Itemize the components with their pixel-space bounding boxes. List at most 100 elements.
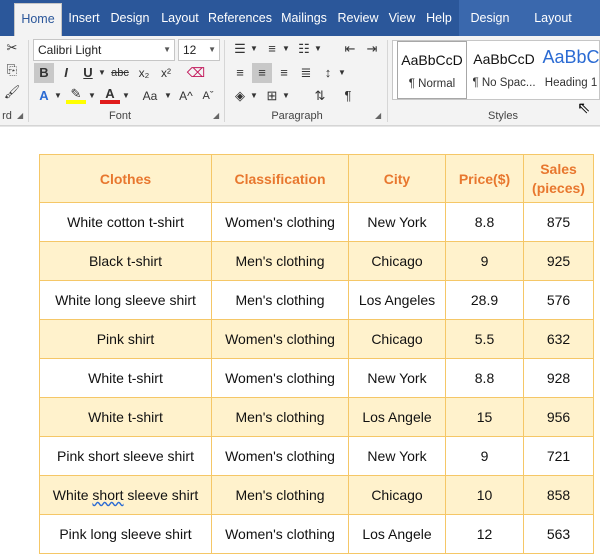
- cell-price[interactable]: 8.8: [445, 202, 524, 242]
- tab-layout[interactable]: Layout: [156, 0, 204, 36]
- cell-price[interactable]: 8.8: [445, 358, 524, 398]
- cell-clothes[interactable]: White cotton t-shirt: [39, 202, 212, 242]
- style-heading-1[interactable]: AaBbC Heading 1: [541, 41, 600, 99]
- style-no-spacing[interactable]: AaBbCcD ¶ No Spac...: [469, 41, 539, 99]
- header-clothes[interactable]: Clothes: [39, 154, 212, 203]
- clipboard-launcher-icon[interactable]: ◢: [17, 112, 25, 120]
- cell-classification[interactable]: Women's clothing: [211, 319, 349, 359]
- tab-home[interactable]: Home: [14, 3, 62, 36]
- tab-design[interactable]: Design: [106, 0, 154, 36]
- clear-formatting-icon[interactable]: ⌫: [186, 63, 206, 83]
- cell-price[interactable]: 15: [445, 397, 524, 437]
- tab-mailings[interactable]: Mailings: [276, 0, 332, 36]
- cell-sales[interactable]: 563: [523, 514, 594, 554]
- align-right-icon[interactable]: ≡: [274, 63, 294, 83]
- style-normal[interactable]: AaBbCcD ¶ Normal: [397, 41, 467, 99]
- cell-price[interactable]: 9: [445, 436, 524, 476]
- cell-clothes[interactable]: Pink long sleeve shirt: [39, 514, 212, 554]
- grow-font-icon[interactable]: A^: [176, 86, 196, 106]
- cell-sales[interactable]: 632: [523, 319, 594, 359]
- cell-price[interactable]: 28.9: [445, 280, 524, 320]
- cell-price[interactable]: 12: [445, 514, 524, 554]
- cell-classification[interactable]: Men's clothing: [211, 397, 349, 437]
- italic-icon[interactable]: I: [56, 63, 76, 83]
- header-sales[interactable]: Sales (pieces): [523, 154, 594, 203]
- cell-sales[interactable]: 956: [523, 397, 594, 437]
- cell-classification[interactable]: Men's clothing: [211, 241, 349, 281]
- chevron-down-icon[interactable]: ▼: [244, 86, 264, 106]
- sort-icon[interactable]: ⇅: [310, 86, 330, 106]
- cell-city[interactable]: Los Angele: [348, 514, 446, 554]
- cell-sales[interactable]: 928: [523, 358, 594, 398]
- shrink-font-icon[interactable]: Aˇ: [198, 86, 218, 106]
- cell-clothes[interactable]: White long sleeve shirt: [39, 280, 212, 320]
- cell-city[interactable]: Chicago: [348, 241, 446, 281]
- show-formatting-marks-icon[interactable]: ¶: [338, 86, 358, 106]
- cell-classification[interactable]: Women's clothing: [211, 358, 349, 398]
- chevron-down-icon[interactable]: ▼: [92, 63, 112, 83]
- align-left-icon[interactable]: ≡: [230, 63, 250, 83]
- paragraph-dialog-launcher-icon[interactable]: ◢: [375, 112, 383, 120]
- tab-table-design[interactable]: Design: [462, 0, 518, 36]
- cell-clothes[interactable]: Pink shirt: [39, 319, 212, 359]
- chevron-down-icon[interactable]: ▼: [276, 86, 296, 106]
- cell-price[interactable]: 9: [445, 241, 524, 281]
- cell-city[interactable]: New York: [348, 202, 446, 242]
- tab-review[interactable]: Review: [334, 0, 382, 36]
- cell-classification[interactable]: Men's clothing: [211, 280, 349, 320]
- cell-city[interactable]: New York: [348, 436, 446, 476]
- tab-table-layout[interactable]: Layout: [524, 0, 582, 36]
- cell-city[interactable]: New York: [348, 358, 446, 398]
- cell-classification[interactable]: Men's clothing: [211, 475, 349, 515]
- font-size-combo[interactable]: 12 ▼: [178, 39, 220, 61]
- format-painter-icon[interactable]: 🖌: [2, 82, 22, 102]
- cell-classification[interactable]: Women's clothing: [211, 202, 349, 242]
- font-dialog-launcher-icon[interactable]: ◢: [213, 112, 221, 120]
- tab-insert[interactable]: Insert: [63, 0, 105, 36]
- cell-city[interactable]: Chicago: [348, 319, 446, 359]
- cell-price[interactable]: 10: [445, 475, 524, 515]
- cut-icon[interactable]: ✂: [2, 38, 22, 58]
- cell-city[interactable]: Los Angele: [348, 397, 446, 437]
- cell-clothes[interactable]: White t-shirt: [39, 358, 212, 398]
- chevron-down-icon[interactable]: ▼: [332, 63, 352, 83]
- cell-sales[interactable]: 875: [523, 202, 594, 242]
- chevron-down-icon[interactable]: ▼: [158, 86, 178, 106]
- cell-sales[interactable]: 925: [523, 241, 594, 281]
- header-city[interactable]: City: [348, 154, 446, 203]
- font-name-combo[interactable]: Calibri Light ▼: [33, 39, 175, 61]
- cell-sales[interactable]: 721: [523, 436, 594, 476]
- cell-clothes[interactable]: White t-shirt: [39, 397, 212, 437]
- align-center-icon[interactable]: ≡: [252, 63, 272, 83]
- superscript-icon[interactable]: x²: [156, 63, 176, 83]
- decrease-indent-icon[interactable]: ⇤: [340, 39, 360, 59]
- spelling-squiggle[interactable]: short: [92, 487, 123, 503]
- cell-sales[interactable]: 858: [523, 475, 594, 515]
- copy-icon[interactable]: ⎘: [2, 60, 22, 80]
- tab-view[interactable]: View: [384, 0, 420, 36]
- increase-indent-icon[interactable]: ⇥: [362, 39, 382, 59]
- cell-classification[interactable]: Women's clothing: [211, 436, 349, 476]
- subscript-icon[interactable]: x₂: [134, 63, 154, 83]
- chevron-down-icon[interactable]: ▼: [308, 39, 328, 59]
- cell-city[interactable]: Los Angeles: [348, 280, 446, 320]
- cell-price[interactable]: 5.5: [445, 319, 524, 359]
- justify-icon[interactable]: ≣: [296, 63, 316, 83]
- cell-classification[interactable]: Women's clothing: [211, 514, 349, 554]
- chevron-down-icon[interactable]: ▼: [276, 39, 296, 59]
- strikethrough-icon[interactable]: abc: [110, 63, 130, 83]
- header-classification[interactable]: Classification: [211, 154, 349, 203]
- cell-city[interactable]: Chicago: [348, 475, 446, 515]
- chevron-down-icon[interactable]: ▼: [48, 86, 68, 106]
- cell-sales[interactable]: 576: [523, 280, 594, 320]
- chevron-down-icon[interactable]: ▼: [244, 39, 264, 59]
- tab-help[interactable]: Help: [420, 0, 458, 36]
- cell-clothes[interactable]: Black t-shirt: [39, 241, 212, 281]
- chevron-down-icon[interactable]: ▼: [116, 86, 136, 106]
- header-price[interactable]: Price($): [445, 154, 524, 203]
- cell-clothes[interactable]: Pink short sleeve shirt: [39, 436, 212, 476]
- cell-clothes[interactable]: White short sleeve shirt: [39, 475, 212, 515]
- bold-icon[interactable]: B: [34, 63, 54, 83]
- chevron-down-icon[interactable]: ▼: [82, 86, 102, 106]
- tab-references[interactable]: References: [206, 0, 274, 36]
